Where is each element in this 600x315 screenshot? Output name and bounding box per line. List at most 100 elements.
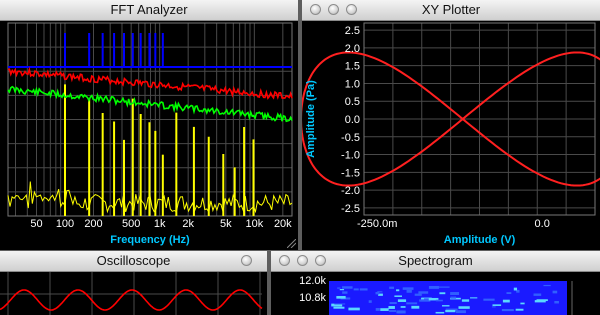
spectrogram-cell (388, 306, 395, 309)
xy-title-bar[interactable]: XY Plotter (302, 0, 600, 21)
spectrogram-cell (428, 285, 439, 289)
spec-plot-area: 12.0k 10.8k (271, 272, 600, 315)
spectrogram-cell (501, 308, 514, 312)
spectrogram-cell (492, 304, 502, 306)
x-tick-label: 200 (84, 218, 102, 230)
spectrogram-cell (342, 286, 353, 289)
fft-title-bar[interactable]: FFT Analyzer (0, 0, 298, 21)
x-tick-label: 5k (220, 218, 232, 230)
y-tick-label: -1.0 (341, 150, 360, 162)
spectrogram-cell (450, 296, 457, 299)
zoom-button-icon[interactable] (315, 255, 326, 266)
colorbar-gap (570, 281, 600, 315)
fft-window-title: FFT Analyzer (110, 2, 188, 17)
spectrogram-cell (339, 289, 345, 291)
y-tick-label: 1.0 (345, 78, 360, 90)
x-tick-label: 1k (154, 218, 166, 230)
spectrogram-cell (348, 307, 360, 311)
y-tick-label: -0.5 (341, 132, 360, 144)
x-tick-label: 100 (56, 218, 74, 230)
spectrogram-cell (483, 298, 495, 301)
osc-window-title: Oscilloscope (96, 253, 171, 268)
spectrogram-cell (506, 292, 512, 295)
zoom-button-icon[interactable] (346, 4, 357, 15)
spectrogram-cell (455, 310, 466, 314)
spectrogram-cell (543, 284, 551, 287)
x-tick-label: 10k (245, 218, 263, 230)
spectrogram-cell (389, 302, 397, 305)
oscilloscope-window: Oscilloscope (0, 251, 267, 315)
spectrogram-chart: 12.0k 10.8k (299, 275, 600, 315)
spectrogram-cell (337, 287, 341, 289)
fft-chart: 50 100 200 500 1k 2k 5k 10k 20k Frequency (Hz) (7, 22, 293, 246)
spectrogram-cell (380, 308, 389, 311)
spec-window-title: Spectrogram (398, 253, 473, 268)
x-tick-label: 500 (122, 218, 140, 230)
spectrogram-cell (450, 292, 460, 296)
close-button-icon[interactable] (279, 255, 290, 266)
spectrogram-cell (342, 291, 348, 294)
spectrogram-cell (375, 292, 380, 295)
osc-title-bar[interactable]: Oscilloscope (0, 251, 267, 272)
spectrogram-cell (396, 289, 400, 292)
spectrogram-cell (491, 306, 496, 308)
close-button-icon[interactable] (310, 4, 321, 15)
spec-title-bar[interactable]: Spectrogram (271, 251, 600, 272)
spectrogram-cell (333, 306, 345, 309)
spectrogram-cell (437, 286, 450, 288)
resize-grip-icon[interactable] (287, 239, 296, 248)
spectrogram-cell (397, 299, 407, 302)
spectrogram-cell (375, 308, 380, 311)
zoom-button-icon[interactable] (241, 255, 252, 266)
spectrogram-cell (445, 309, 456, 313)
y-tick-label: 12.0k (299, 275, 326, 287)
minimize-button-icon[interactable] (328, 4, 339, 15)
y-tick-label: 0.0 (345, 114, 360, 126)
x-tick-label: -250.0m (357, 218, 397, 230)
spectrogram-cell (402, 287, 414, 290)
spectrogram-cell (406, 289, 412, 293)
spectrogram-cell (442, 305, 450, 307)
spectrogram-cell (439, 292, 446, 295)
y-tick-label: 0.5 (345, 96, 360, 108)
spectrogram-cell (396, 310, 403, 314)
osc-chart (0, 272, 263, 315)
spectrogram-cell (520, 302, 525, 305)
spectrogram-cell (435, 299, 443, 302)
spectrogram-cell (394, 295, 403, 297)
spectrogram-cell (470, 297, 478, 299)
y-tick-label: 2.0 (345, 43, 360, 55)
spectrogram-cell (554, 300, 559, 304)
spectrogram-cell (435, 311, 445, 314)
spectrogram-cell (389, 286, 395, 289)
y-axis-label: Amplitude (Pa) (305, 80, 317, 158)
x-tick-label: 50 (30, 218, 42, 230)
spectrogram-cell (406, 302, 418, 305)
fft-analyzer-window: FFT Analyzer 50 100 200 500 1k 2k 5k 10k 20k Freq… (0, 0, 298, 250)
spectrogram-cell (334, 303, 346, 305)
spectrogram-cell (359, 288, 368, 291)
spectrogram-cell (515, 308, 524, 311)
spectrogram-cell (400, 306, 406, 308)
spectrogram-cell (411, 305, 420, 309)
osc-plot-area (0, 272, 267, 315)
spectrogram-cell (377, 291, 383, 293)
x-tick-label: 20k (274, 218, 292, 230)
spectrogram-cell (368, 300, 372, 303)
spectrogram-cell (414, 293, 422, 296)
y-tick-label: 10.8k (299, 292, 326, 304)
spectrogram-cell (388, 310, 397, 312)
minimize-button-icon[interactable] (297, 255, 308, 266)
fft-plot-area: 50 100 200 500 1k 2k 5k 10k 20k Frequency (Hz) (0, 21, 298, 250)
spectrogram-window: Spectrogram 12.0k 10.8k (271, 251, 600, 315)
y-tick-label: -2.5 (341, 203, 360, 215)
x-tick-label: 0.0 (535, 218, 550, 230)
spectrogram-cell (502, 299, 510, 303)
x-axis-label: Amplitude (V) (444, 234, 516, 246)
spectrogram-cell (336, 296, 346, 299)
xy-plot-area: 2.5 2.0 1.5 1.0 0.5 0.0 -0.5 -1.0 -1.5 -2.0 -2.5 -2… (302, 21, 600, 250)
xy-chart: 2.5 2.0 1.5 1.0 0.5 0.0 -0.5 -1.0 -1.5 -2.0 -2.5 -2… (302, 22, 600, 246)
spectrogram-cell (533, 293, 542, 296)
spectrogram-cell (461, 299, 470, 302)
spectrogram-cell (534, 300, 546, 303)
